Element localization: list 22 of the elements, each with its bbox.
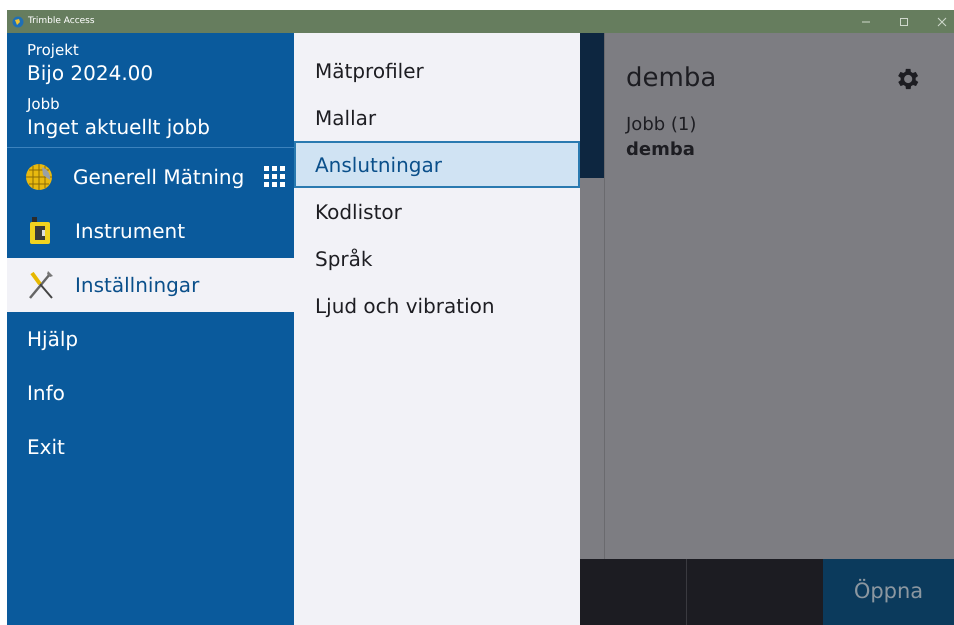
panel-title: demba [626,62,716,95]
app-logo-icon [12,16,24,28]
job-name: Inget aktuellt jobb [27,114,211,141]
maximize-icon[interactable] [899,16,909,26]
globe-icon [25,163,53,191]
tools-icon [26,270,54,300]
window-title: Trimble Access [28,14,95,28]
submenu-item[interactable]: Mätprofiler [294,47,580,94]
instrument-icon [29,217,51,245]
submenu-item[interactable]: Mallar [294,94,580,141]
sidebar-item[interactable]: Inställningar [7,258,294,312]
submenu-item[interactable]: Anslutningar [294,141,580,188]
project-name: Bijo 2024.00 [27,60,154,87]
submenu-item[interactable]: Ljud och vibration [294,282,580,329]
submenu-item[interactable]: Språk [294,235,580,282]
close-icon[interactable] [937,16,947,26]
jobs-count-label: Jobb (1) [626,113,698,137]
app-grid-icon[interactable] [264,166,286,188]
submenu-item[interactable]: Kodlistor [294,188,580,235]
job-label: Jobb [27,95,61,113]
project-label: Projekt [27,41,80,59]
job-list-item[interactable]: demba [626,138,933,162]
